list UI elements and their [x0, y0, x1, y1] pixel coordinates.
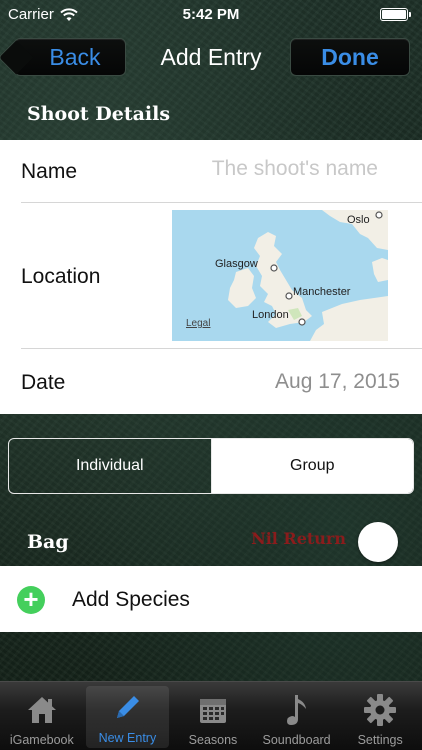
add-species-label: Add Species — [72, 588, 190, 611]
tab-label: Settings — [357, 733, 403, 747]
nil-return-label: Nil Return — [251, 529, 346, 548]
map-label-glasgow: Glasgow — [215, 258, 258, 270]
navigation-bar: Back Add Entry Done — [0, 30, 422, 86]
date-label: Date — [21, 371, 66, 394]
tab-label: Soundboard — [262, 733, 331, 747]
name-label: Name — [21, 160, 78, 183]
divider — [21, 202, 422, 203]
bag-title: Bag — [27, 531, 69, 553]
tab-seasons[interactable]: Seasons — [171, 682, 255, 750]
tab-label: New Entry — [98, 731, 157, 745]
mode-segmented-control: Individual Group — [8, 438, 414, 494]
tab-igamebook[interactable]: iGamebook — [0, 682, 84, 750]
tab-bar: iGamebook New Entry Seasons Soundboard S… — [0, 681, 422, 750]
shoot-details-card: Name Location Oslo Glasgow Manchester Lo… — [0, 140, 422, 414]
map-label-london: London — [252, 309, 289, 321]
bag-header: Bag Nil Return — [0, 514, 422, 568]
map-label-oslo: Oslo — [347, 214, 370, 226]
battery-icon — [380, 8, 411, 21]
map-label-manchester: Manchester — [293, 286, 351, 298]
map-legal-link[interactable]: Legal — [186, 318, 210, 329]
shoot-details-title: Shoot Details — [27, 103, 171, 125]
pencil-icon — [110, 691, 144, 725]
location-label: Location — [21, 265, 101, 288]
calendar-icon — [196, 693, 230, 727]
shoot-details-header: Shoot Details — [0, 86, 422, 140]
segment-group[interactable]: Group — [210, 439, 413, 493]
date-value[interactable]: Aug 17, 2015 — [275, 370, 400, 394]
tab-label: iGamebook — [9, 733, 74, 747]
tab-soundboard[interactable]: Soundboard — [255, 682, 339, 750]
tab-label: Seasons — [188, 733, 238, 747]
music-note-icon — [280, 693, 314, 727]
home-icon — [25, 693, 59, 727]
segment-individual[interactable]: Individual — [9, 439, 211, 493]
add-icon: + — [17, 586, 45, 614]
tab-new-entry[interactable]: New Entry — [85, 686, 170, 748]
clock: 5:42 PM — [182, 6, 240, 23]
add-species-row[interactable]: + Add Species — [0, 566, 422, 632]
done-button[interactable]: Done — [290, 38, 410, 76]
status-bar: Carrier 5:42 PM — [0, 0, 422, 30]
location-map[interactable]: Oslo Glasgow Manchester London Legal — [172, 210, 388, 341]
tab-settings[interactable]: Settings — [338, 682, 422, 750]
gear-icon — [363, 693, 397, 727]
divider — [21, 348, 422, 349]
name-input[interactable] — [148, 154, 378, 184]
nil-return-toggle[interactable] — [358, 522, 398, 562]
